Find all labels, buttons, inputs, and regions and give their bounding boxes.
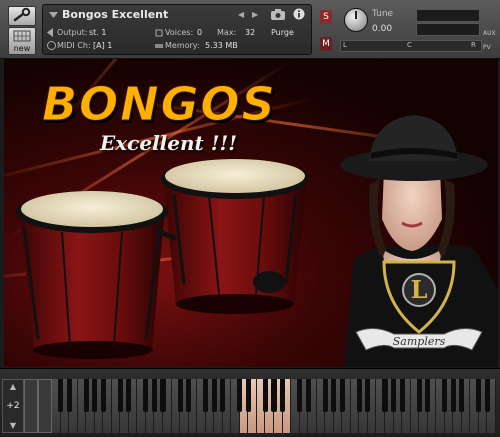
black-key[interactable]: [92, 379, 98, 412]
max-value[interactable]: 32: [245, 28, 255, 37]
new-button-label: new: [13, 44, 31, 53]
black-key[interactable]: [365, 379, 371, 412]
pv-label[interactable]: PV: [483, 44, 491, 51]
instrument-panel: Bongos Excellent ◀ ▶ Output: st. 1 Voice…: [42, 4, 312, 55]
black-key[interactable]: [211, 379, 217, 412]
octave-down-icon[interactable]: ▼: [3, 421, 23, 430]
pitch-bend-wheel[interactable]: [24, 379, 38, 433]
solo-button[interactable]: S: [320, 10, 332, 24]
voices-value: 0: [197, 28, 203, 37]
keyboard-section: ▲ +2 ▼: [0, 368, 500, 437]
midi-channel-value[interactable]: [A] 1: [93, 41, 112, 50]
black-key[interactable]: [262, 379, 268, 412]
black-key[interactable]: [220, 379, 226, 412]
memory-label: Memory:: [165, 41, 200, 50]
midi-channel-label: MIDI Ch:: [57, 41, 91, 50]
black-key[interactable]: [186, 379, 192, 412]
black-key[interactable]: [425, 379, 431, 412]
black-key[interactable]: [450, 379, 456, 412]
camera-icon[interactable]: [271, 9, 285, 20]
dropdown-arrow-icon[interactable]: [49, 11, 58, 19]
black-key[interactable]: [390, 379, 397, 412]
memory-value: 5.33 MB: [205, 41, 238, 50]
black-key[interactable]: [57, 379, 64, 412]
black-key[interactable]: [245, 379, 251, 412]
bongo-drums-illustration: [16, 159, 309, 359]
black-key[interactable]: [126, 379, 132, 412]
octave-shifter[interactable]: ▲ +2 ▼: [2, 379, 24, 433]
piano-keyboard[interactable]: [52, 379, 496, 433]
black-key[interactable]: [151, 379, 157, 412]
black-key[interactable]: [237, 379, 243, 412]
level-meter-right: [416, 23, 480, 36]
black-key[interactable]: [416, 379, 422, 412]
black-key[interactable]: [160, 379, 166, 412]
black-key[interactable]: [297, 379, 303, 412]
logo-text: Samplers: [393, 335, 446, 348]
black-key[interactable]: [399, 379, 405, 412]
tune-label: Tune: [372, 9, 394, 19]
black-key[interactable]: [322, 379, 328, 412]
black-key[interactable]: [66, 379, 72, 412]
octave-value: +2: [6, 401, 20, 411]
level-meter-left: [416, 9, 480, 22]
black-key[interactable]: [279, 379, 286, 412]
black-key[interactable]: [143, 379, 149, 412]
new-instrument-button[interactable]: new: [8, 27, 36, 55]
tune-knob[interactable]: [344, 8, 368, 32]
memory-icon: [155, 44, 163, 48]
instrument-header: new Bongos Excellent ◀ ▶ Output: st. 1 V…: [0, 0, 500, 59]
voices-icon: [155, 29, 163, 37]
black-key[interactable]: [83, 379, 89, 412]
octave-up-icon[interactable]: ▲: [3, 382, 23, 391]
black-key[interactable]: [442, 379, 448, 412]
black-key[interactable]: [484, 379, 490, 412]
black-key[interactable]: [203, 379, 209, 412]
samplers-logo: L Samplers: [355, 260, 483, 351]
aux-label[interactable]: AUX: [483, 30, 496, 37]
artwork-subtitle: Excellent !!!: [100, 131, 238, 155]
black-key[interactable]: [476, 379, 482, 412]
mod-wheel[interactable]: [38, 379, 52, 433]
artwork-title: BONGOS: [42, 77, 277, 132]
tune-value: 0.00: [372, 24, 393, 34]
black-key[interactable]: [177, 379, 183, 412]
output-value[interactable]: st. 1: [89, 28, 106, 37]
output-label: Output:: [57, 28, 88, 37]
info-icon[interactable]: [293, 8, 305, 20]
black-key[interactable]: [339, 379, 345, 412]
pan-slider[interactable]: L C R: [340, 40, 482, 52]
black-key[interactable]: [356, 379, 362, 412]
next-instrument-icon[interactable]: ▶: [252, 10, 258, 19]
pan-center-label: C: [407, 41, 412, 49]
black-key[interactable]: [459, 379, 465, 412]
black-key[interactable]: [331, 379, 337, 412]
output-icon: [47, 28, 53, 37]
instrument-name[interactable]: Bongos Excellent: [62, 8, 168, 21]
wrench-icon: [13, 7, 31, 22]
black-key[interactable]: [305, 379, 311, 412]
voices-label: Voices:: [165, 28, 194, 37]
pan-right-label: R: [471, 41, 476, 49]
max-label: Max:: [217, 28, 237, 37]
midi-icon: [47, 41, 56, 50]
black-key[interactable]: [117, 379, 123, 412]
black-key[interactable]: [271, 379, 277, 412]
mute-button[interactable]: M: [320, 37, 332, 51]
pan-left-label: L: [343, 41, 347, 49]
settings-wrench-button[interactable]: [8, 6, 36, 26]
instrument-artwork: BONGOS Excellent !!! L Samplers: [4, 59, 498, 367]
black-key[interactable]: [100, 379, 106, 412]
grid-icon: [13, 30, 31, 42]
purge-menu[interactable]: Purge: [271, 28, 294, 37]
black-key[interactable]: [382, 379, 388, 412]
prev-instrument-icon[interactable]: ◀: [238, 10, 244, 19]
logo-monogram: L: [411, 275, 428, 304]
